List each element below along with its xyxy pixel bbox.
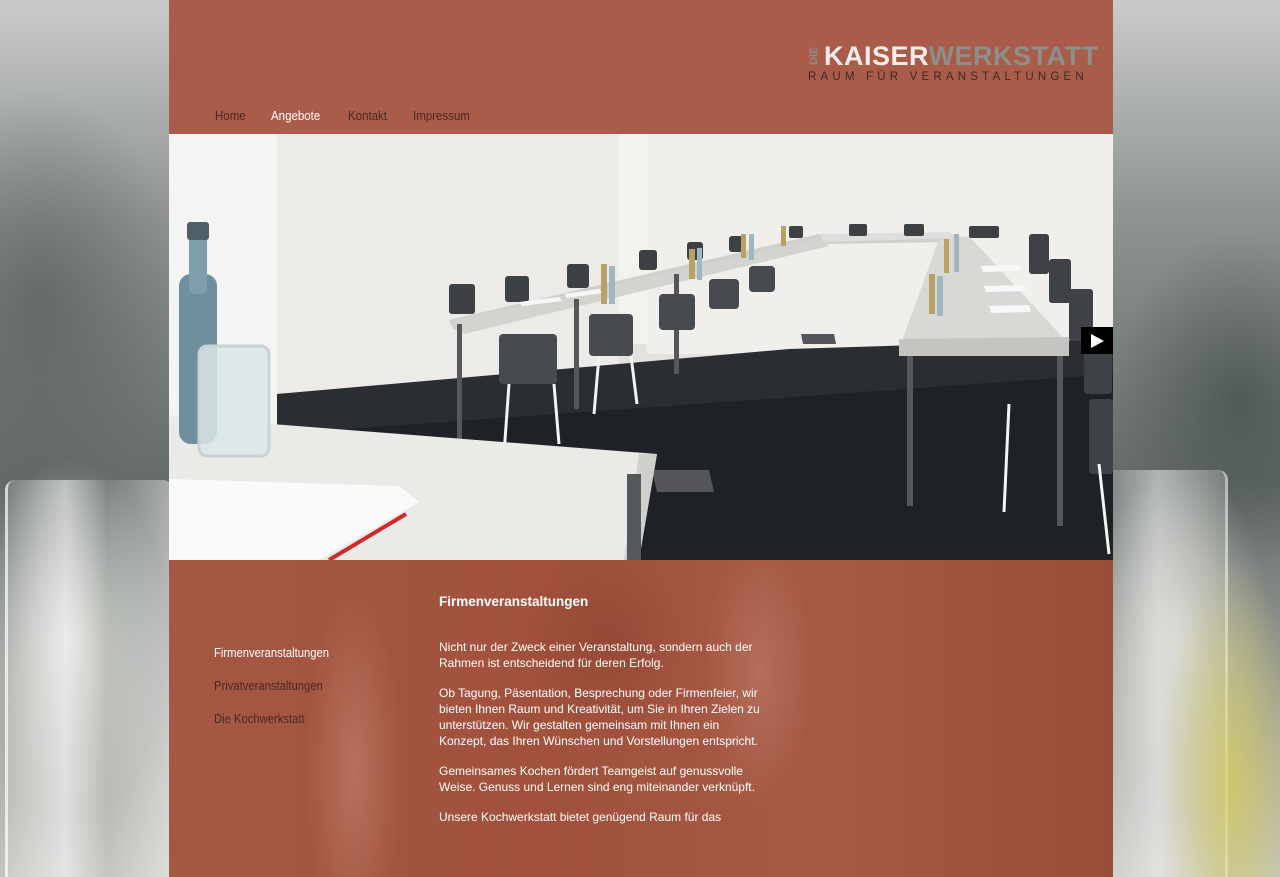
paragraph-1: Nicht nur der Zweck einer Veranstaltung,…	[439, 640, 753, 670]
paragraph-2: Ob Tagung, Päsentation, Besprechung oder…	[439, 686, 760, 748]
main-nav: Home Angebote Kontakt Impressum	[215, 109, 498, 123]
logo-wordmark: KAISERWERKSTATT	[824, 42, 1099, 70]
subnav-item-firmenveranstaltungen[interactable]: Firmenveranstaltungen	[214, 645, 329, 678]
subnav-item-privatveranstaltungen[interactable]: Privatveranstaltungen	[214, 678, 329, 711]
logo-word-kaiser: KAISER	[824, 41, 929, 71]
paragraph-4: Unsere Kochwerkstatt bietet genügend Rau…	[439, 810, 722, 824]
main-article: Firmenveranstaltungen Nicht nur der Zwec…	[439, 594, 769, 839]
background-blur-right	[1160, 560, 1280, 877]
page-container: DIE KAISERWERKSTATT RAUM FÜR VERANSTALTU…	[169, 0, 1113, 877]
subnav-item-kochwerkstatt[interactable]: Die Kochwerkstatt	[214, 711, 329, 744]
hero-image-conference-room	[169, 134, 1113, 560]
nav-item-angebote[interactable]: Angebote	[271, 109, 320, 123]
logo-die: DIE	[808, 46, 820, 66]
nav-item-kontakt[interactable]: Kontakt	[348, 109, 387, 123]
background-glass-left	[5, 480, 173, 877]
logo-tagline: RAUM FÜR VERANSTALTUNGEN	[808, 71, 1088, 83]
page-title: Firmenveranstaltungen	[439, 594, 589, 609]
logo-word-werkstatt: WERKSTATT	[928, 41, 1099, 71]
paragraph-3: Gemeinsames Kochen fördert Teamgeist auf…	[439, 764, 755, 794]
site-logo[interactable]: DIE KAISERWERKSTATT RAUM FÜR VERANSTALTU…	[807, 42, 1098, 88]
hero-photo	[169, 134, 1113, 560]
nav-item-impressum[interactable]: Impressum	[413, 109, 470, 123]
hero-next-button[interactable]	[1081, 327, 1113, 354]
sub-nav: Firmenveranstaltungen Privatveranstaltun…	[214, 645, 342, 744]
content-area: Firmenveranstaltungen Privatveranstaltun…	[169, 560, 1113, 877]
play-right-arrow-icon	[1091, 333, 1104, 348]
site-header: DIE KAISERWERKSTATT RAUM FÜR VERANSTALTU…	[169, 0, 1113, 134]
nav-item-home[interactable]: Home	[215, 109, 246, 123]
